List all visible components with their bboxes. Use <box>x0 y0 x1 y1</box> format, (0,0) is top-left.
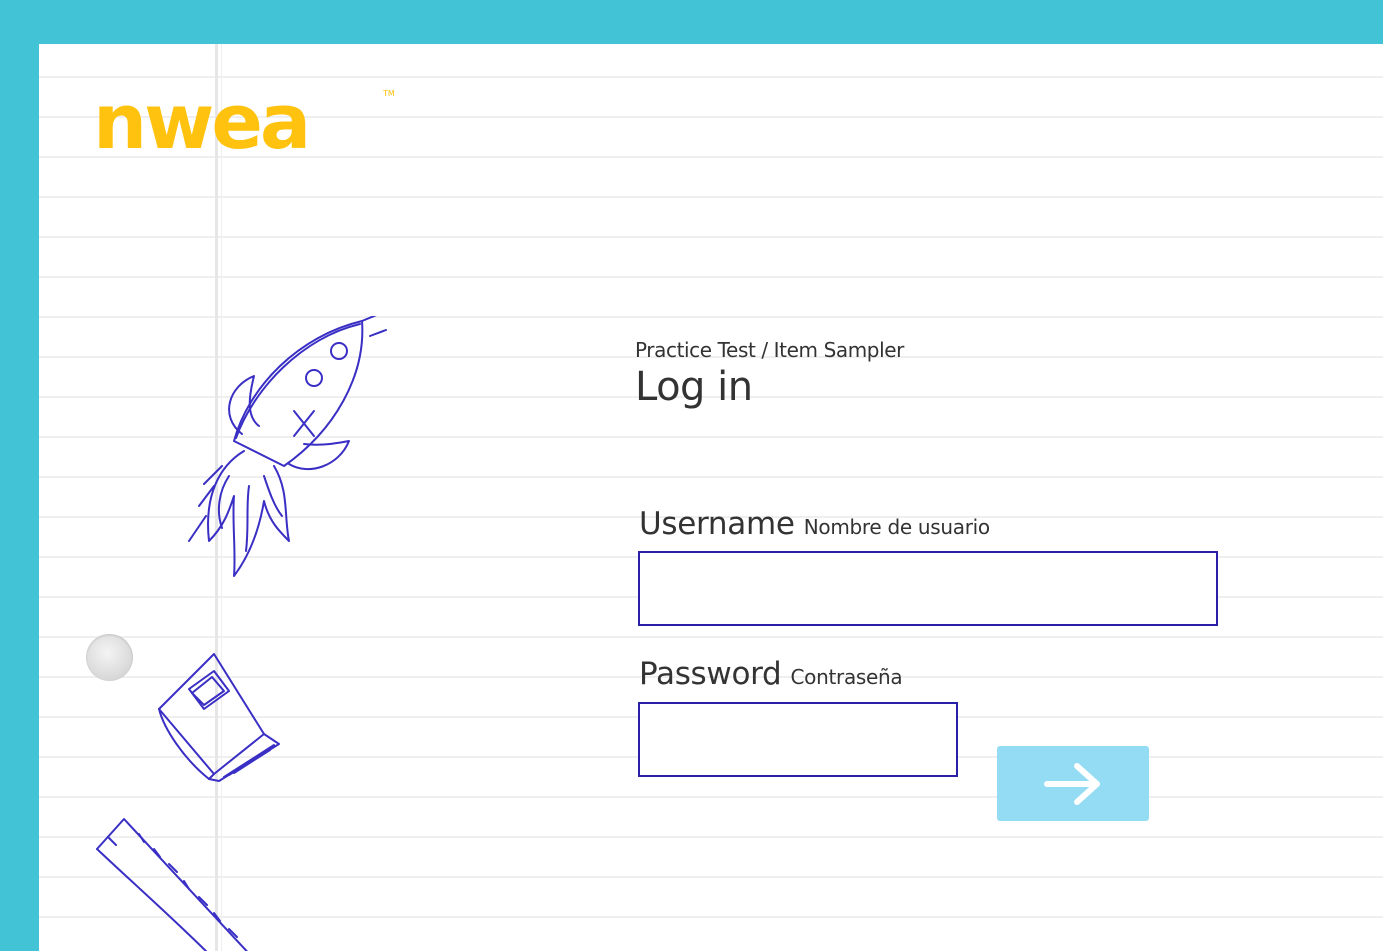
password-label: Password Contraseña <box>639 656 903 692</box>
nwea-logo: nwea TM <box>93 77 403 166</box>
username-label: Username Nombre de usuario <box>639 506 990 542</box>
password-input[interactable] <box>638 702 958 777</box>
username-label-spanish: Nombre de usuario <box>803 515 990 539</box>
username-label-text: Username <box>639 506 795 542</box>
ruler-icon <box>96 818 248 951</box>
password-label-spanish: Contraseña <box>790 665 903 689</box>
login-form: Practice Test / Item Sampler Log in User… <box>635 338 1218 821</box>
logo-trademark: TM <box>382 89 395 98</box>
page-title: Log in <box>635 364 753 410</box>
page-subtitle: Practice Test / Item Sampler <box>635 338 904 362</box>
logo-wordmark: nwea <box>93 84 308 154</box>
book-icon <box>158 653 280 782</box>
nwea-logo-graphic: nwea TM <box>93 77 395 166</box>
username-input[interactable] <box>638 551 1218 626</box>
arrow-right-icon <box>1044 762 1100 805</box>
rocket-icon <box>188 316 387 577</box>
login-submit-button[interactable] <box>997 746 1149 821</box>
notebook-paper: nwea TM Practice Test / Item Sampler Log… <box>39 44 1383 951</box>
binder-hole <box>86 634 133 681</box>
password-label-text: Password <box>639 656 782 692</box>
